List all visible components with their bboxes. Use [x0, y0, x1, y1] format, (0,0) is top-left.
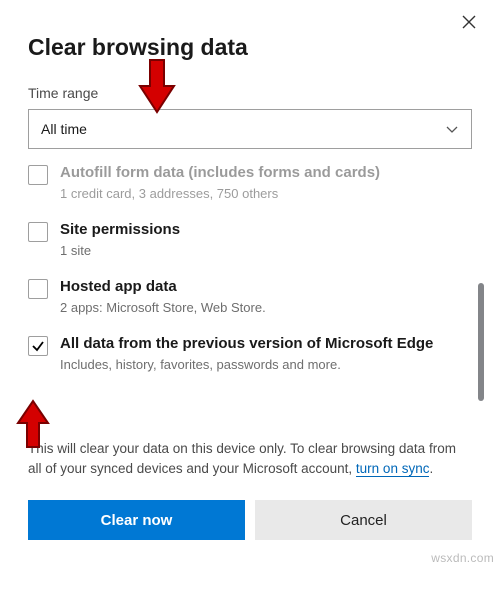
item-sublabel: 1 credit card, 3 addresses, 750 others	[60, 185, 380, 203]
list-item: All data from the previous version of Mi…	[28, 328, 472, 385]
dialog-title: Clear browsing data	[28, 34, 472, 61]
item-label: Autofill form data (includes forms and c…	[60, 163, 380, 183]
button-row: Clear now Cancel	[28, 500, 472, 540]
time-range-label: Time range	[28, 85, 472, 101]
turn-on-sync-link[interactable]: turn on sync	[356, 461, 430, 477]
clear-now-button[interactable]: Clear now	[28, 500, 245, 540]
cancel-button[interactable]: Cancel	[255, 500, 472, 540]
checkbox-previous-edge-data[interactable]	[28, 336, 48, 356]
options-list-region: Autofill form data (includes forms and c…	[28, 163, 480, 431]
close-icon	[461, 14, 477, 33]
list-item: Autofill form data (includes forms and c…	[28, 163, 472, 214]
clear-browsing-data-dialog: Clear browsing data Time range All time …	[0, 0, 500, 615]
list-item: Hosted app data 2 apps: Microsoft Store,…	[28, 271, 472, 328]
item-sublabel: 2 apps: Microsoft Store, Web Store.	[60, 299, 266, 317]
item-label: Site permissions	[60, 220, 180, 240]
item-label: All data from the previous version of Mi…	[60, 334, 433, 354]
item-label: Hosted app data	[60, 277, 266, 297]
time-range-select[interactable]: All time	[28, 109, 472, 149]
footer-note: This will clear your data on this device…	[28, 439, 472, 478]
item-sublabel: 1 site	[60, 242, 180, 260]
checkbox-hosted-app-data[interactable]	[28, 279, 48, 299]
chevron-down-icon	[445, 122, 459, 136]
checkbox-site-permissions[interactable]	[28, 222, 48, 242]
list-item: Site permissions 1 site	[28, 214, 472, 271]
time-range-value: All time	[41, 121, 87, 137]
close-button[interactable]	[458, 12, 480, 34]
item-sublabel: Includes, history, favorites, passwords …	[60, 356, 433, 374]
checkbox-autofill[interactable]	[28, 165, 48, 185]
footer-note-post: .	[429, 461, 433, 476]
scrollbar-thumb[interactable]	[478, 283, 484, 401]
watermark-text: wsxdn.com	[431, 551, 494, 565]
options-list: Autofill form data (includes forms and c…	[28, 163, 472, 431]
